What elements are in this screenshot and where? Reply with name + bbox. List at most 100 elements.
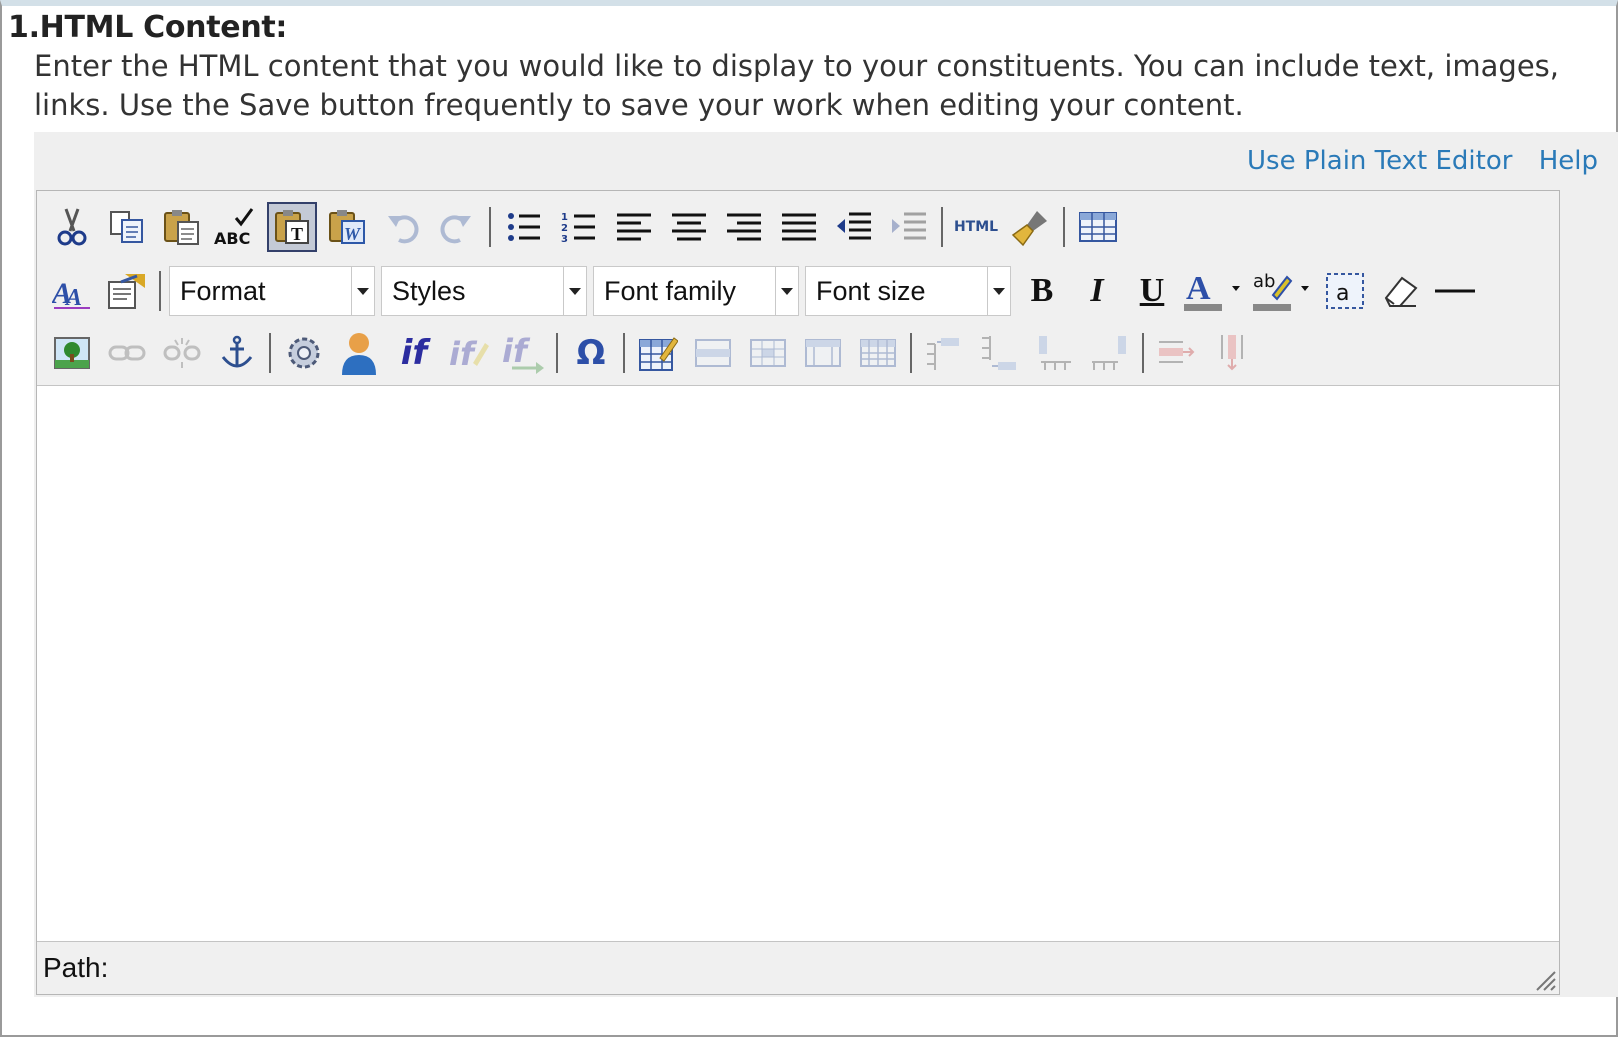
copy-icon[interactable] xyxy=(102,202,152,252)
link-icon[interactable] xyxy=(102,328,152,378)
bullet-list-icon[interactable] xyxy=(499,202,549,252)
paste-text-icon[interactable]: T xyxy=(267,202,317,252)
insert-col-after-icon[interactable] xyxy=(1085,328,1135,378)
svg-text:ab: ab xyxy=(1253,271,1275,292)
eraser-icon[interactable] xyxy=(1375,266,1425,316)
editor-statusbar: Path: xyxy=(37,941,1559,994)
toolbar-separator xyxy=(941,207,943,247)
rich-text-editor: ABC T W 123 HTML A A Format Styles Font … xyxy=(36,190,1560,995)
numbered-list-icon[interactable]: 123 xyxy=(554,202,604,252)
indent-icon[interactable] xyxy=(884,202,934,252)
toolbar-separator xyxy=(159,271,161,311)
svg-text:if: if xyxy=(502,332,531,370)
styles-select-label: Styles xyxy=(392,275,466,306)
insert-col-before-icon[interactable] xyxy=(1030,328,1080,378)
styles-select[interactable]: Styles xyxy=(381,266,587,316)
person-icon[interactable] xyxy=(334,328,384,378)
bold-icon[interactable]: B xyxy=(1017,266,1067,316)
format-select[interactable]: Format xyxy=(169,266,375,316)
row-props-icon[interactable] xyxy=(688,328,738,378)
cell-props-icon[interactable] xyxy=(743,328,793,378)
image-icon[interactable] xyxy=(47,328,97,378)
svg-text:if: if xyxy=(449,335,478,373)
editor-toolbar: ABC T W 123 HTML A A Format Styles Font … xyxy=(37,191,1559,386)
toolbar-row-1: ABC T W 123 HTML xyxy=(47,199,1128,255)
spellcheck-icon[interactable]: ABC xyxy=(212,202,262,252)
paste-icon[interactable] xyxy=(157,202,207,252)
svg-text:ABC: ABC xyxy=(214,229,250,248)
svg-text:3: 3 xyxy=(561,234,568,245)
html-source-icon[interactable]: HTML xyxy=(951,202,1001,252)
undo-icon[interactable] xyxy=(377,202,427,252)
split-cells-icon[interactable] xyxy=(853,328,903,378)
paste-word-icon[interactable]: W xyxy=(322,202,372,252)
toolbar-separator xyxy=(269,333,271,373)
redo-icon[interactable] xyxy=(432,202,482,252)
svg-text:a: a xyxy=(1336,281,1349,306)
format-select-label: Format xyxy=(180,275,266,306)
editor-content-area[interactable] xyxy=(37,386,1559,941)
underline-icon[interactable]: U xyxy=(1127,266,1177,316)
merge-cells-icon[interactable] xyxy=(798,328,848,378)
cut-icon[interactable] xyxy=(47,202,97,252)
align-left-icon[interactable] xyxy=(609,202,659,252)
toolbar-row-2: AA Format Styles Font family Font size B… xyxy=(47,263,1485,319)
table-props-icon[interactable] xyxy=(633,328,683,378)
style-icon[interactable]: AA xyxy=(47,266,97,316)
toolbar-separator xyxy=(623,333,625,373)
toolbar-separator xyxy=(489,207,491,247)
font-family-select[interactable]: Font family xyxy=(593,266,799,316)
editor-container: Use Plain Text Editor Help ABC T W 1 2 3… xyxy=(34,132,1618,997)
path-label: Path: xyxy=(43,952,109,983)
resize-grip-icon[interactable] xyxy=(1531,966,1557,992)
table-icon[interactable] xyxy=(1073,202,1123,252)
insert-row-before-icon[interactable] xyxy=(920,328,970,378)
font-family-select-label: Font family xyxy=(604,275,737,306)
if-edit-icon[interactable]: if xyxy=(444,328,494,378)
delete-row-icon[interactable] xyxy=(1152,328,1202,378)
chevron-down-icon xyxy=(351,267,374,315)
editor-links: Use Plain Text Editor Help xyxy=(1229,146,1598,176)
align-right-icon[interactable] xyxy=(719,202,769,252)
font-size-select-label: Font size xyxy=(816,275,926,306)
properties-icon[interactable] xyxy=(102,266,152,316)
description-line-1: Enter the HTML content that you would li… xyxy=(34,49,1560,83)
gear-icon[interactable] xyxy=(279,328,329,378)
cleanup-icon[interactable] xyxy=(1006,202,1056,252)
align-center-icon[interactable] xyxy=(664,202,714,252)
section-description: Enter the HTML content that you would li… xyxy=(34,47,1614,125)
special-char-icon[interactable]: Ω xyxy=(566,328,616,378)
help-link[interactable]: Help xyxy=(1539,146,1598,176)
plain-text-editor-link[interactable]: Use Plain Text Editor xyxy=(1247,146,1512,176)
svg-text:W: W xyxy=(344,224,362,244)
toolbar-separator xyxy=(1063,207,1065,247)
svg-text:1: 1 xyxy=(561,212,568,223)
if-icon[interactable]: if xyxy=(389,328,439,378)
toolbar-separator xyxy=(1142,333,1144,373)
toolbar-separator xyxy=(910,333,912,373)
anchor-icon[interactable] xyxy=(212,328,262,378)
insert-row-after-icon[interactable] xyxy=(975,328,1025,378)
chevron-down-icon xyxy=(563,267,586,315)
chevron-down-icon xyxy=(987,267,1010,315)
font-color-icon[interactable]: A xyxy=(1182,266,1246,316)
toolbar-separator xyxy=(556,333,558,373)
horizontal-rule-icon[interactable] xyxy=(1430,266,1480,316)
html-source-label: HTML xyxy=(953,219,999,235)
section-heading: 1.HTML Content: xyxy=(8,10,288,45)
unlink-icon[interactable] xyxy=(157,328,207,378)
if-else-icon[interactable]: if xyxy=(499,328,549,378)
highlight-color-icon[interactable]: ab xyxy=(1251,266,1315,316)
svg-text:A: A xyxy=(1186,270,1211,307)
delete-col-icon[interactable] xyxy=(1207,328,1257,378)
italic-icon[interactable]: I xyxy=(1072,266,1122,316)
font-size-select[interactable]: Font size xyxy=(805,266,1011,316)
description-line-2: links. Use the Save button frequently to… xyxy=(34,88,1244,122)
align-justify-icon[interactable] xyxy=(774,202,824,252)
svg-text:T: T xyxy=(291,224,303,244)
svg-text:2: 2 xyxy=(561,223,568,234)
visual-aid-icon[interactable]: a xyxy=(1320,266,1370,316)
toolbar-row-3: if if if Ω xyxy=(47,325,1262,381)
chevron-down-icon xyxy=(775,267,798,315)
outdent-icon[interactable] xyxy=(829,202,879,252)
